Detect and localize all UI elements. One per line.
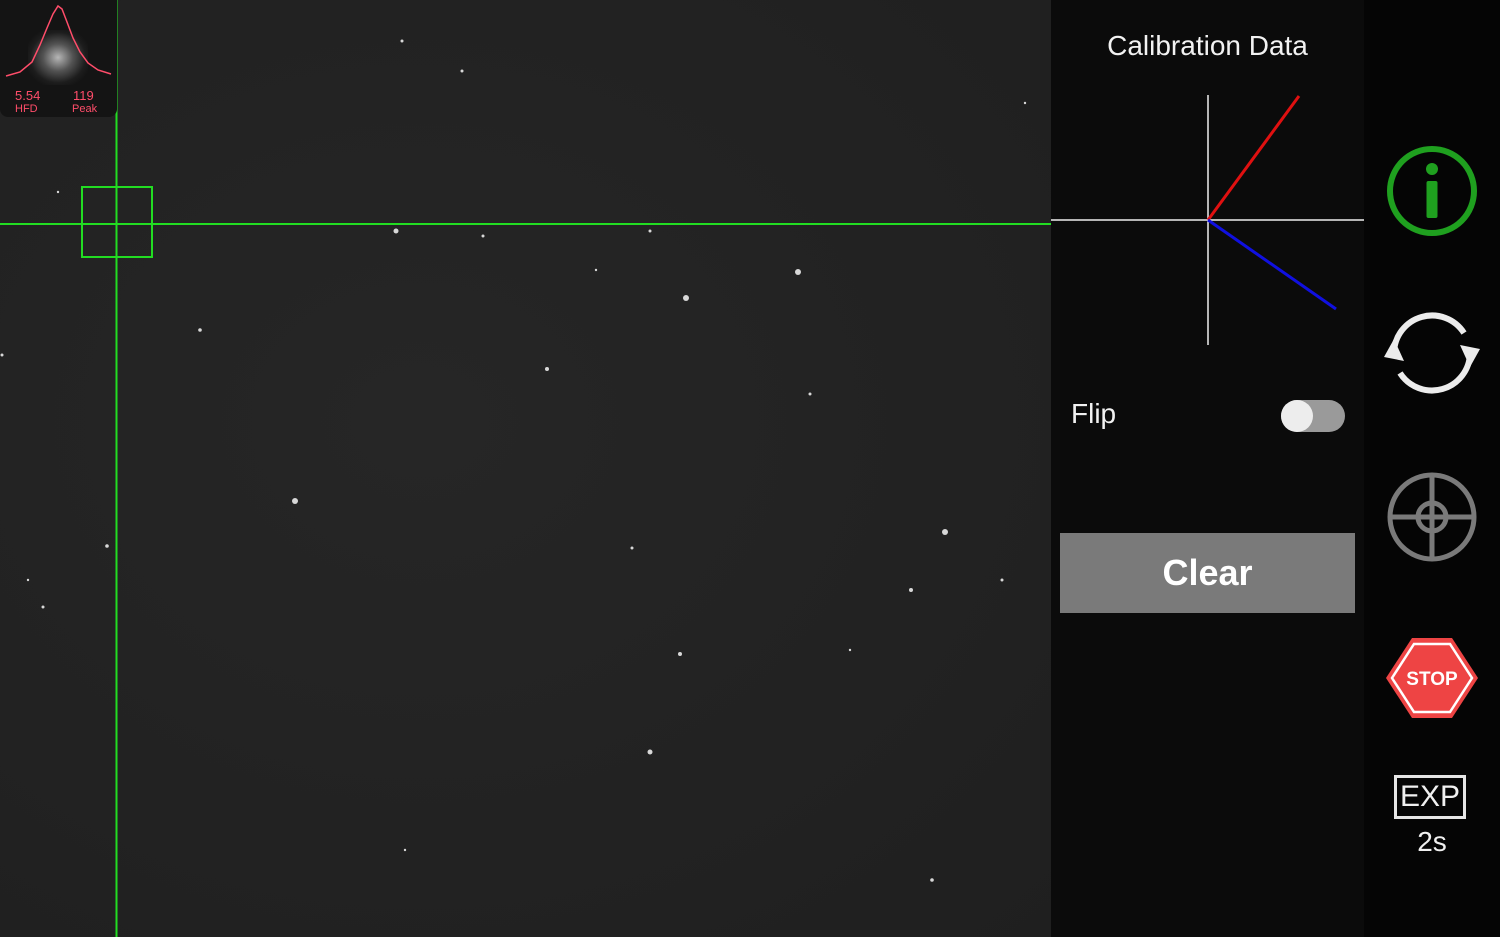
- right-toolbar: STOP EXP 2s: [1364, 0, 1500, 937]
- star: [683, 295, 689, 301]
- star: [808, 392, 812, 396]
- star: [56, 190, 60, 194]
- star: [26, 578, 30, 582]
- info-icon: [1387, 146, 1477, 236]
- calibration-axes-diagram: [1051, 95, 1364, 345]
- stop-icon: STOP: [1386, 638, 1478, 718]
- stop-button[interactable]: STOP: [1382, 630, 1482, 730]
- star: [0, 353, 4, 357]
- star: [678, 652, 682, 656]
- exposure-button[interactable]: EXP: [1394, 775, 1466, 819]
- star: [930, 878, 934, 882]
- star: [594, 268, 598, 272]
- refresh-icon: [1384, 312, 1480, 394]
- exposure-icon: EXP: [1399, 780, 1461, 813]
- hfd-value: 5.54: [15, 88, 41, 103]
- target-button[interactable]: [1382, 467, 1482, 567]
- camera-image-view[interactable]: 5.54 HFD 119 Peak: [0, 0, 1051, 937]
- peak-label: Peak: [72, 103, 98, 115]
- panel-title: Calibration Data: [1107, 30, 1308, 61]
- target-icon: [1387, 472, 1477, 562]
- hfd-label: HFD: [15, 103, 38, 115]
- star: [41, 605, 45, 609]
- refresh-button[interactable]: [1382, 303, 1482, 403]
- peak-value: 119: [73, 88, 94, 103]
- star: [400, 39, 404, 43]
- exposure-value[interactable]: 2s: [1382, 826, 1482, 858]
- calibration-panel: Calibration Data Flip Clear: [1051, 0, 1364, 937]
- star: [403, 848, 407, 852]
- star: [647, 749, 653, 755]
- star: [848, 648, 852, 652]
- star-field: [0, 0, 1051, 937]
- flip-toggle-knob: [1281, 400, 1313, 432]
- star: [393, 228, 399, 234]
- star: [795, 269, 801, 275]
- stop-label: STOP: [1406, 669, 1458, 690]
- flip-toggle[interactable]: [1281, 400, 1345, 432]
- dec-axis-line: [1207, 218, 1337, 311]
- clear-button[interactable]: Clear: [1060, 533, 1355, 613]
- star: [630, 546, 634, 550]
- star: [481, 234, 485, 238]
- star: [545, 367, 549, 371]
- flip-label: Flip: [1071, 398, 1117, 429]
- star-profile-panel: 5.54 HFD 119 Peak: [0, 0, 117, 117]
- star: [942, 529, 948, 535]
- info-button[interactable]: [1382, 141, 1482, 241]
- star: [1000, 578, 1004, 582]
- star: [648, 229, 652, 233]
- ra-axis-line: [1206, 95, 1301, 221]
- star: [1023, 101, 1027, 105]
- star: [460, 69, 464, 73]
- star: [105, 544, 109, 548]
- star: [909, 588, 913, 592]
- star: [292, 498, 298, 504]
- star: [198, 328, 202, 332]
